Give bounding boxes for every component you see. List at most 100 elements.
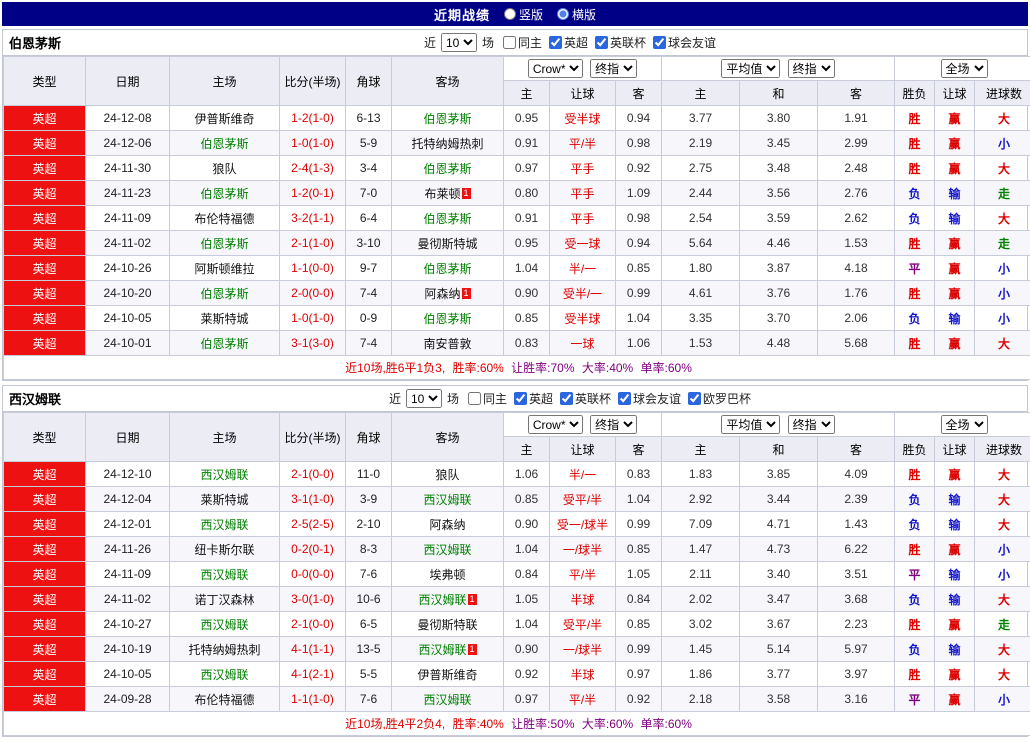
filter-checkbox[interactable]: 欧罗巴杯 [688,390,751,407]
handicap-cell: 半/一 [550,256,616,281]
match-row: 英超24-09-28布伦特福德1-1(1-0)7-6西汉姆联0.97平/半0.9… [4,687,1030,712]
team-link[interactable]: 狼队 [212,162,236,176]
match-row: 英超24-10-05西汉姆联4-1(2-1)5-5伊普斯维奇0.92半球0.97… [4,662,1030,687]
result-handicap-cell: 赢 [935,662,975,687]
away-team-cell: 阿森纳1 [392,281,504,306]
team-link[interactable]: 西汉姆联 [200,668,248,682]
odds-time-select[interactable]: 终指 [590,59,637,78]
team-link[interactable]: 阿斯顿维拉 [194,262,254,276]
team-link[interactable]: 伯恩茅斯 [200,187,248,201]
team-link[interactable]: 托特纳姆热刺 [411,137,483,151]
filter-checkbox-input[interactable] [688,392,701,405]
filter-checkbox[interactable]: 英联杯 [560,390,611,407]
filter-checkbox[interactable]: 英超 [514,390,553,407]
avg-home-cell: 5.64 [662,231,740,256]
team-link[interactable]: 阿森纳 [424,287,460,301]
team-link[interactable]: 伯恩茅斯 [200,337,248,351]
team-title: 伯恩茅斯 [9,33,119,52]
team-link[interactable]: 诺丁汉森林 [194,593,254,607]
filter-checkbox[interactable]: 球会友谊 [618,390,681,407]
team-link[interactable]: 托特纳姆热刺 [188,643,260,657]
team-link[interactable]: 埃弗顿 [429,568,465,582]
team-link[interactable]: 伯恩茅斯 [200,287,248,301]
games-count-select[interactable]: 10 [441,33,477,52]
team-link[interactable]: 伯恩茅斯 [423,212,471,226]
team-link[interactable]: 狼队 [435,468,459,482]
filter-checkbox[interactable]: 同主 [503,34,542,51]
filter-checkbox[interactable]: 英联杯 [595,34,646,51]
filter-checkbox-input[interactable] [514,392,527,405]
layout-radio-vertical[interactable]: 竖版 [504,6,543,23]
league-cell: 英超 [4,281,86,306]
team-link[interactable]: 阿森纳 [429,518,465,532]
handicap-cell: 受半/一 [550,281,616,306]
team-link[interactable]: 西汉姆联 [423,543,471,557]
result-handicap-cell: 赢 [935,106,975,131]
filter-checkbox-input[interactable] [595,36,608,49]
odds-source-select[interactable]: Crow* [528,415,583,434]
avg-time-select[interactable]: 终指 [788,415,835,434]
team-link[interactable]: 西汉姆联 [423,693,471,707]
team-link[interactable]: 伯恩茅斯 [200,137,248,151]
filter-checkbox-input[interactable] [468,392,481,405]
team-link[interactable]: 西汉姆联 [423,493,471,507]
avg-source-select[interactable]: 平均值 [721,415,780,434]
league-cell: 英超 [4,131,86,156]
team-link[interactable]: 伯恩茅斯 [423,262,471,276]
avg-away-cell: 2.76 [818,181,895,206]
filter-checkbox-input[interactable] [549,36,562,49]
away-team-cell: 托特纳姆热刺 [392,131,504,156]
layout-radio-vertical-input[interactable] [504,8,516,20]
filter-checkbox[interactable]: 同主 [468,390,507,407]
team-link[interactable]: 伊普斯维奇 [417,668,477,682]
date-cell: 24-10-27 [86,612,170,637]
filter-checkbox-label: 英联杯 [610,34,646,51]
filter-checkbox-input[interactable] [503,36,516,49]
team-link[interactable]: 纽卡斯尔联 [194,543,254,557]
team-link[interactable]: 莱斯特城 [200,312,248,326]
odds-time-select[interactable]: 终指 [590,415,637,434]
team-link[interactable]: 伯恩茅斯 [200,237,248,251]
filter-checkbox-input[interactable] [560,392,573,405]
games-count-select[interactable]: 10 [406,389,442,408]
team-link[interactable]: 西汉姆联 [418,643,466,657]
team-link[interactable]: 西汉姆联 [200,618,248,632]
team-link[interactable]: 西汉姆联 [200,468,248,482]
col-header-corners: 角球 [346,413,392,462]
team-link[interactable]: 伯恩茅斯 [423,112,471,126]
filter-checkbox[interactable]: 球会友谊 [653,34,716,51]
result-goals-cell: 走 [975,612,1030,637]
team-link[interactable]: 西汉姆联 [200,518,248,532]
date-cell: 24-12-06 [86,131,170,156]
result-handicap-cell: 赢 [935,537,975,562]
team-link[interactable]: 伊普斯维奇 [194,112,254,126]
odds-source-select[interactable]: Crow* [528,59,583,78]
avg-away-cell: 3.16 [818,687,895,712]
team-link[interactable]: 伯恩茅斯 [423,162,471,176]
result-scope-select[interactable]: 全场 [941,59,988,78]
team-link[interactable]: 曼彻斯特城 [417,237,477,251]
team-link[interactable]: 布莱顿 [424,187,460,201]
avg-time-select[interactable]: 终指 [788,59,835,78]
filter-checkbox-input[interactable] [653,36,666,49]
team-link[interactable]: 布伦特福德 [194,212,254,226]
team-title: 西汉姆联 [9,389,119,408]
team-link[interactable]: 莱斯特城 [200,493,248,507]
team-link[interactable]: 西汉姆联 [418,593,466,607]
team-link[interactable]: 西汉姆联 [200,568,248,582]
avg-source-select[interactable]: 平均值 [721,59,780,78]
result-scope-select[interactable]: 全场 [941,415,988,434]
layout-radio-horizontal[interactable]: 横版 [557,6,596,23]
filter-checkbox[interactable]: 英超 [549,34,588,51]
date-cell: 24-12-04 [86,487,170,512]
avg-home-cell: 3.35 [662,306,740,331]
avg-group-header: 平均值 终指 [662,57,895,81]
red-card-badge: 1 [468,644,477,655]
team-link[interactable]: 曼彻斯特联 [417,618,477,632]
layout-radio-horizontal-input[interactable] [557,8,569,20]
team-link[interactable]: 布伦特福德 [194,693,254,707]
team-link[interactable]: 南安普敦 [423,337,471,351]
team-link[interactable]: 伯恩茅斯 [423,312,471,326]
home-team-cell: 西汉姆联 [170,562,280,587]
filter-checkbox-input[interactable] [618,392,631,405]
